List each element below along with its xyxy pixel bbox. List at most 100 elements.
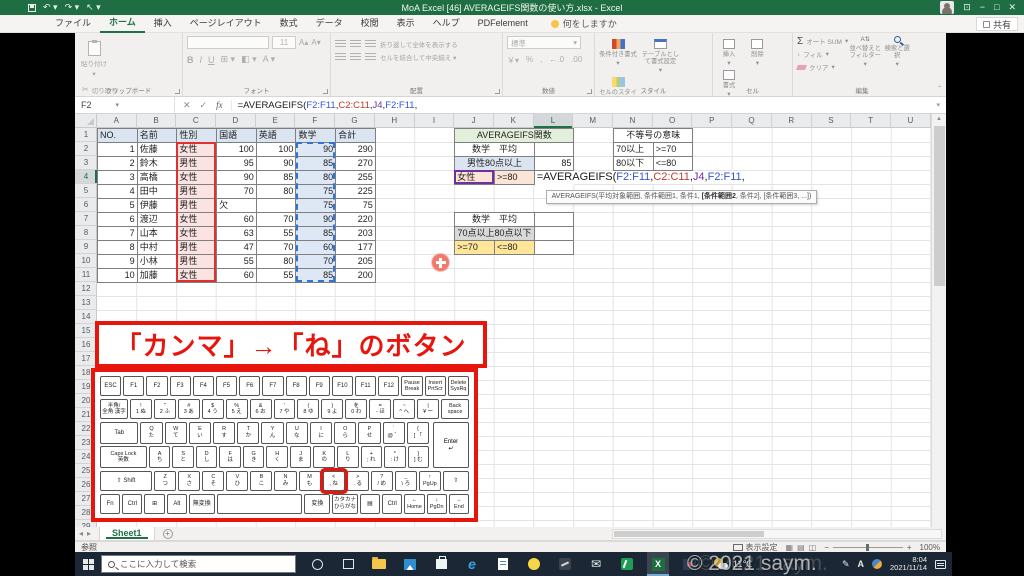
tab-review[interactable]: 校閲 xyxy=(352,15,388,32)
column-header-L[interactable]: L xyxy=(533,114,574,128)
cell[interactable]: 6 xyxy=(98,213,138,227)
tab-help[interactable]: ヘルプ xyxy=(424,15,469,32)
column-header-K[interactable]: K xyxy=(494,114,534,128)
font-size-select[interactable]: 11 xyxy=(272,36,296,49)
cell[interactable]: 名前 xyxy=(137,129,178,143)
merge-center-button[interactable]: セルを結合して中央揃え ▾ xyxy=(380,52,456,62)
cell[interactable]: 75 xyxy=(336,199,376,213)
zoom-slider[interactable]: − + xyxy=(824,543,911,552)
tray-app-icon[interactable] xyxy=(872,559,883,569)
cell[interactable]: 3 xyxy=(98,171,138,185)
cell[interactable]: 田中 xyxy=(137,185,178,199)
column-header-G[interactable]: G xyxy=(335,114,375,128)
paste-button[interactable]: 貼り付け ▾ xyxy=(79,36,109,82)
sticky-notes-icon[interactable] xyxy=(523,552,545,576)
cell[interactable]: 90 xyxy=(217,171,257,185)
row-header-5[interactable]: 5 xyxy=(75,184,97,198)
row-header-9[interactable]: 9 xyxy=(75,240,97,254)
mail-icon[interactable]: ✉ xyxy=(585,552,607,576)
row-header-11[interactable]: 11 xyxy=(75,268,97,282)
column-header-A[interactable]: A xyxy=(97,114,137,128)
ime-indicator[interactable]: A xyxy=(858,559,865,569)
font-name-select[interactable] xyxy=(187,36,269,49)
conditional-formatting-button[interactable]: 条件付き書式 ▾ xyxy=(599,39,637,67)
cell[interactable]: 205 xyxy=(336,255,376,269)
align-bottom-icon[interactable] xyxy=(365,39,376,49)
scroll-up-icon[interactable]: ▲ xyxy=(932,114,946,124)
cell[interactable]: 数学 平均 xyxy=(455,213,535,227)
cell[interactable]: 85 xyxy=(256,171,297,185)
cell[interactable]: 7 xyxy=(98,227,138,241)
cell[interactable]: 10 xyxy=(98,269,138,283)
italic-button[interactable]: I xyxy=(200,55,203,65)
vertical-scrollbar[interactable]: ▲ xyxy=(931,114,946,527)
cell[interactable]: 中村 xyxy=(137,241,178,255)
cell[interactable]: 数学 平均 xyxy=(455,143,535,157)
cell[interactable]: 55 xyxy=(217,255,257,269)
insert-cells-button[interactable]: 挿入 ▾ xyxy=(717,39,741,67)
column-header-B[interactable]: B xyxy=(137,114,177,128)
row-header-6[interactable]: 6 xyxy=(75,198,97,212)
zoom-level[interactable]: 100% xyxy=(920,543,940,552)
cell[interactable]: 55 xyxy=(256,227,297,241)
cell[interactable]: 290 xyxy=(336,143,376,157)
cell[interactable]: 80以下 xyxy=(614,157,654,171)
ribbon-display-options-icon[interactable]: ⊡ xyxy=(963,0,971,15)
cell[interactable]: 100 xyxy=(256,143,297,157)
percent-icon[interactable]: % xyxy=(526,55,533,66)
start-button[interactable] xyxy=(75,552,101,576)
row-header-14[interactable]: 14 xyxy=(75,310,97,324)
accounting-format-icon[interactable]: ￥▾ xyxy=(507,55,519,66)
page-break-view-icon[interactable]: ◫ xyxy=(809,543,817,552)
sort-filter-button[interactable]: A⇅ 並べ替えとフィルター ▾ xyxy=(848,36,882,68)
row-header-2[interactable]: 2 xyxy=(75,142,97,156)
row-header-1[interactable]: 1 xyxy=(75,128,97,142)
align-left-icon[interactable] xyxy=(335,52,346,62)
cell[interactable] xyxy=(534,143,575,157)
cell[interactable]: 203 xyxy=(336,227,376,241)
cortana-icon[interactable] xyxy=(306,552,328,576)
collapse-ribbon-icon[interactable]: ˆ xyxy=(938,85,941,94)
column-header-O[interactable]: O xyxy=(653,114,693,128)
excel-icon[interactable]: X xyxy=(647,552,669,576)
cell[interactable]: 鈴木 xyxy=(137,157,178,171)
cell[interactable]: >=70 xyxy=(455,241,495,255)
column-header-H[interactable]: H xyxy=(375,114,415,128)
row-header-13[interactable]: 13 xyxy=(75,296,97,310)
tell-me-box[interactable]: 何をしますか xyxy=(550,17,617,30)
insert-function-icon[interactable]: fx xyxy=(216,100,223,110)
cell[interactable]: 性別 xyxy=(177,129,218,143)
cell[interactable]: 80 xyxy=(256,255,297,269)
cell[interactable]: 70 xyxy=(217,185,257,199)
page-layout-view-icon[interactable]: ▤ xyxy=(797,543,805,552)
find-select-button[interactable]: 検索と選択 ▾ xyxy=(882,36,912,68)
format-as-table-button[interactable]: テーブルとして書式設定 ▾ xyxy=(641,39,679,74)
green-app-icon[interactable] xyxy=(616,552,638,576)
column-header-F[interactable]: F xyxy=(296,114,336,128)
row-header-7[interactable]: 7 xyxy=(75,212,97,226)
shrink-font-icon[interactable]: A▾ xyxy=(311,38,320,47)
normal-view-icon[interactable]: ▦ xyxy=(786,543,794,552)
undo-icon[interactable]: ↶ ▾ xyxy=(43,3,58,12)
close-icon[interactable]: ✕ xyxy=(1008,0,1016,15)
photos-icon[interactable] xyxy=(399,552,421,576)
cancel-entry-icon[interactable]: ✕ xyxy=(183,100,191,111)
select-all-corner[interactable] xyxy=(75,114,97,128)
minimize-icon[interactable]: − xyxy=(980,0,985,15)
cell[interactable]: >=70 xyxy=(653,143,694,157)
save-icon[interactable] xyxy=(28,3,36,12)
cell[interactable]: 55 xyxy=(256,269,297,283)
cell[interactable]: 9 xyxy=(98,255,138,269)
row-header-10[interactable]: 10 xyxy=(75,254,97,268)
column-header-J[interactable]: J xyxy=(454,114,494,128)
cell[interactable]: <=80 xyxy=(494,241,535,255)
cell[interactable]: 男性80点以上 xyxy=(455,157,535,171)
cell[interactable]: 加藤 xyxy=(137,269,178,283)
cell[interactable]: 85 xyxy=(534,157,575,171)
task-view-icon[interactable] xyxy=(337,552,359,576)
row-header-15[interactable]: 15 xyxy=(75,324,97,338)
sheet-tab-sheet1[interactable]: Sheet1 xyxy=(99,527,155,540)
cell[interactable]: 高橋 xyxy=(137,171,178,185)
expand-formula-bar-icon[interactable]: ▾ xyxy=(936,101,946,109)
align-top-icon[interactable] xyxy=(335,39,346,49)
